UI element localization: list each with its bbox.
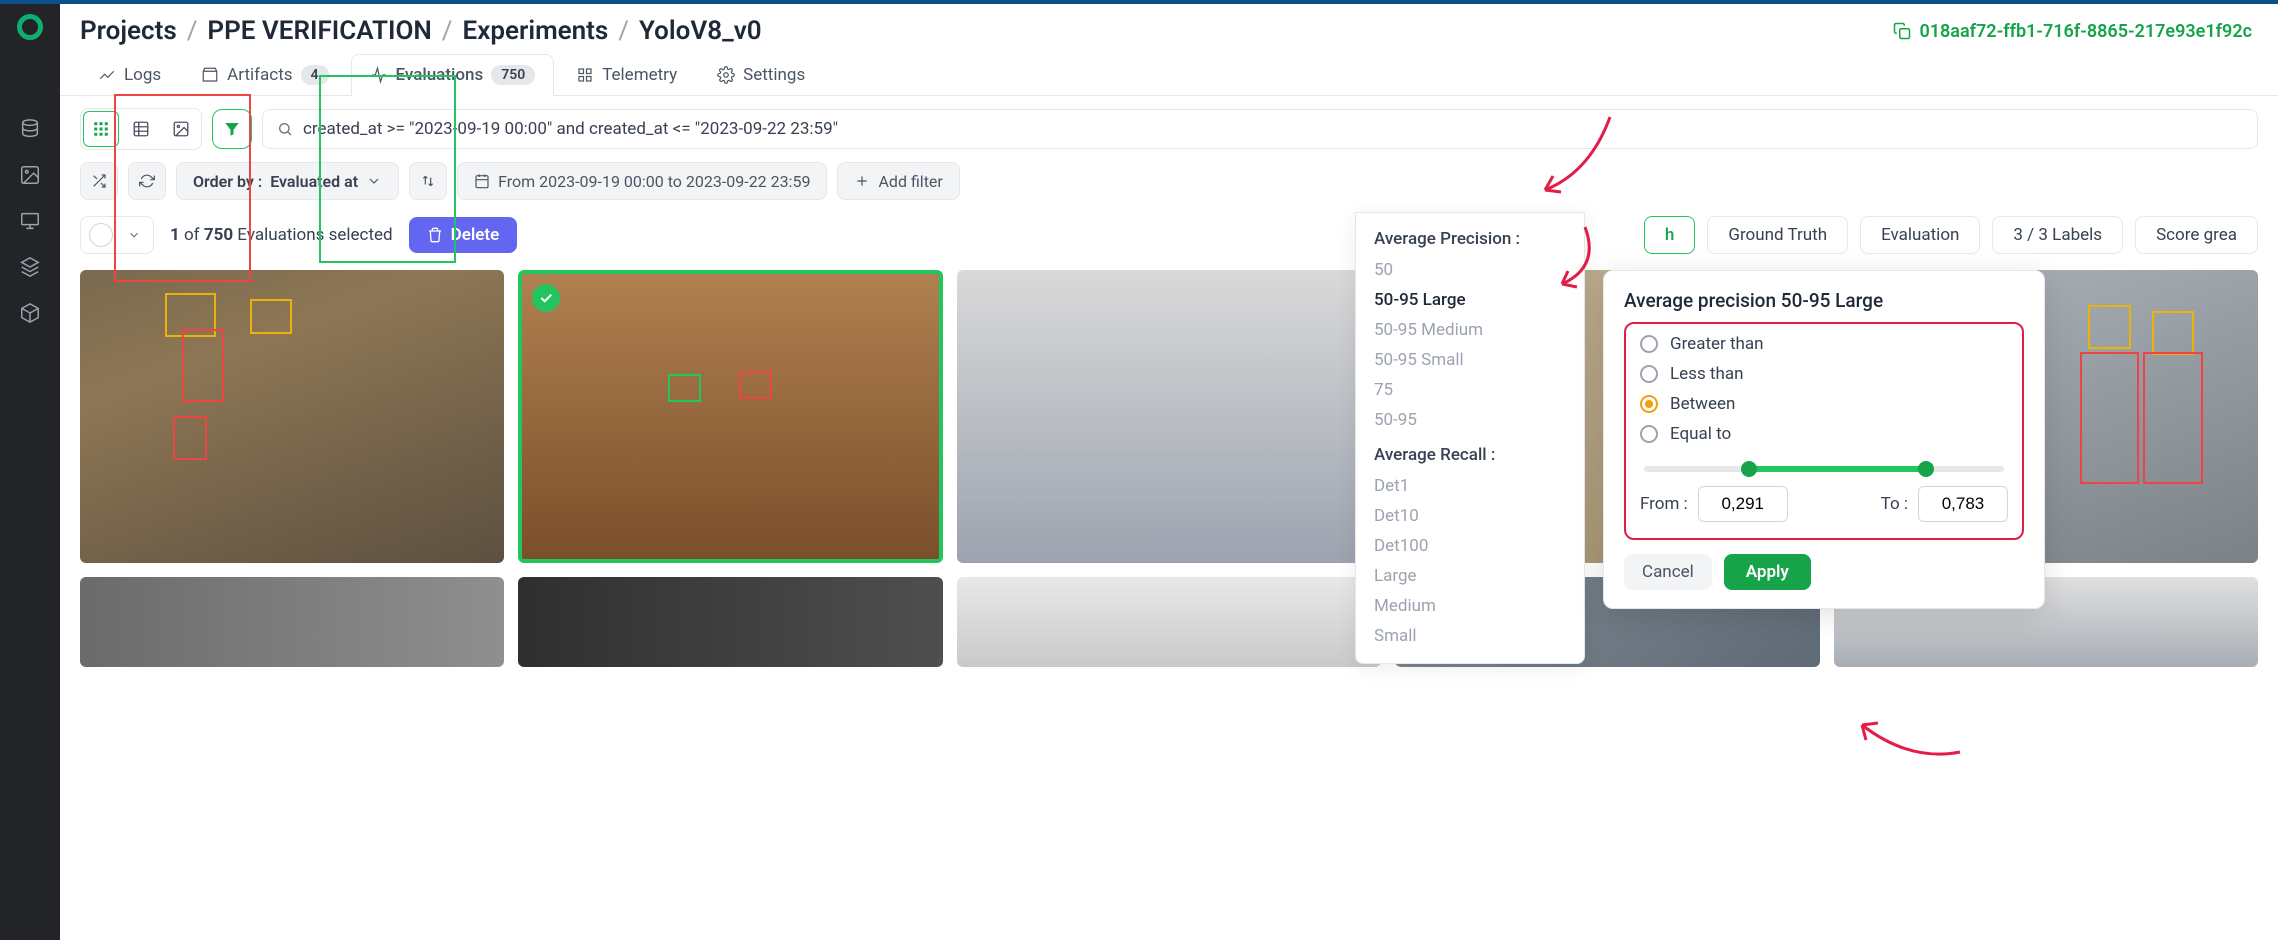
apply-button[interactable]: Apply — [1724, 554, 1811, 590]
tab-settings[interactable]: Settings — [699, 55, 823, 95]
filter-heading-precision: Average Precision : — [1356, 225, 1584, 255]
filter-item[interactable]: 50 — [1356, 255, 1584, 285]
tab-artifacts-label: Artifacts — [227, 65, 292, 85]
add-filter-button[interactable]: Add filter — [837, 162, 959, 200]
experiment-id[interactable]: 018aaf72-ffb1-716f-8865-217e93e1f92c — [1893, 21, 2252, 42]
filter-item[interactable]: Small — [1356, 621, 1584, 651]
app-sidebar — [0, 4, 60, 940]
radio-equal-to[interactable]: Equal to — [1640, 424, 2008, 444]
radio-between[interactable]: Between — [1640, 394, 2008, 414]
range-slider[interactable] — [1644, 466, 2004, 472]
layers-icon[interactable] — [19, 256, 41, 278]
chip-evaluation[interactable]: Evaluation — [1860, 216, 1980, 254]
breadcrumb-current: YoloV8_v0 — [639, 16, 762, 46]
popover-title: Average precision 50-95 Large — [1624, 289, 2024, 312]
from-label: From : — [1640, 494, 1688, 514]
radio-greater-than[interactable]: Greater than — [1640, 334, 2008, 354]
filter-heading-recall: Average Recall : — [1356, 441, 1584, 471]
filter-item[interactable]: 50-95 Small — [1356, 345, 1584, 375]
select-all-checkbox[interactable] — [89, 223, 113, 247]
evaluation-card[interactable] — [80, 270, 504, 563]
breadcrumb: Projects / PPE VERIFICATION / Experiment… — [80, 16, 762, 46]
app-logo[interactable] — [17, 14, 43, 40]
filter-item[interactable]: 50-95 Medium — [1356, 315, 1584, 345]
breadcrumb-project[interactable]: PPE VERIFICATION — [207, 16, 431, 46]
date-range-text: From 2023-09-19 00:00 to 2023-09-22 23:5… — [498, 172, 810, 191]
date-range-filter[interactable]: From 2023-09-19 00:00 to 2023-09-22 23:5… — [457, 162, 827, 200]
tab-telemetry[interactable]: Telemetry — [558, 55, 695, 95]
evaluation-card[interactable] — [518, 577, 942, 667]
cancel-button[interactable]: Cancel — [1624, 554, 1712, 590]
evaluation-card[interactable] — [957, 270, 1381, 563]
evaluation-card[interactable] — [518, 270, 942, 563]
annotation-arrow — [1850, 707, 1970, 771]
cube-icon[interactable] — [19, 302, 41, 324]
filter-item[interactable]: 75 — [1356, 375, 1584, 405]
evaluations-badge: 750 — [491, 65, 535, 85]
from-input[interactable] — [1698, 486, 1788, 522]
tab-settings-label: Settings — [743, 65, 805, 85]
filter-item[interactable]: 50-95 — [1356, 405, 1584, 435]
delete-label: Delete — [451, 225, 500, 245]
evaluation-card[interactable] — [80, 577, 504, 667]
radio-less-than[interactable]: Less than — [1640, 364, 2008, 384]
experiment-id-text: 018aaf72-ffb1-716f-8865-217e93e1f92c — [1919, 21, 2252, 42]
add-filter-label: Add filter — [878, 172, 942, 191]
image-icon[interactable] — [19, 164, 41, 186]
filter-item[interactable]: Medium — [1356, 591, 1584, 621]
shuffle-button[interactable] — [80, 162, 118, 200]
tab-logs[interactable]: Logs — [80, 55, 179, 95]
filter-range-popover: Average precision 50-95 Large Greater th… — [1603, 270, 2045, 609]
tab-telemetry-label: Telemetry — [602, 65, 677, 85]
to-label: To : — [1881, 494, 1908, 514]
chip-labels[interactable]: 3 / 3 Labels — [1992, 216, 2123, 254]
filter-item[interactable]: Det10 — [1356, 501, 1584, 531]
filter-item[interactable]: Det1 — [1356, 471, 1584, 501]
presentation-icon[interactable] — [19, 210, 41, 232]
database-icon[interactable] — [19, 118, 41, 140]
filter-item[interactable]: Large — [1356, 561, 1584, 591]
filter-item[interactable]: 50-95 Large — [1356, 285, 1584, 315]
search-input[interactable]: created_at >= "2023-09-19 00:00" and cre… — [262, 109, 2258, 149]
check-icon — [532, 284, 560, 312]
tab-logs-label: Logs — [124, 65, 161, 85]
evaluation-card[interactable] — [957, 577, 1381, 667]
breadcrumb-projects[interactable]: Projects — [80, 16, 177, 46]
filter-item[interactable]: Det100 — [1356, 531, 1584, 561]
chip-both[interactable]: h — [1644, 216, 1695, 254]
to-input[interactable] — [1918, 486, 2008, 522]
chip-score[interactable]: Score grea — [2135, 216, 2258, 254]
chip-ground-truth[interactable]: Ground Truth — [1707, 216, 1848, 254]
filter-metric-dropdown: Average Precision : 50 50-95 Large 50-95… — [1355, 212, 1585, 664]
breadcrumb-experiments[interactable]: Experiments — [463, 16, 609, 46]
